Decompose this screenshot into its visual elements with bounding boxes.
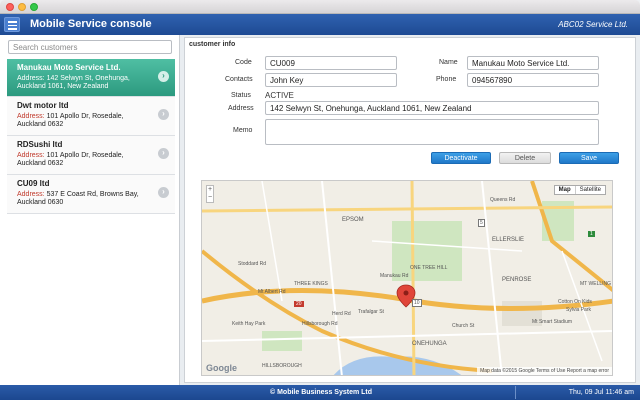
customer-address: Address: 537 E Coast Rd, Browns Bay, Auc…: [17, 191, 149, 207]
section-title: customer info: [189, 41, 236, 48]
hamburger-menu-icon[interactable]: [4, 17, 20, 32]
customer-info-panel: customer info Code CU009 Name Manukau Mo…: [184, 37, 636, 383]
map-label: PENROSE: [502, 277, 532, 283]
map-label: ONE TREE HILL: [410, 265, 448, 271]
map-type-map-button[interactable]: Map: [555, 186, 576, 194]
location-map[interactable]: EPSOM ELLERSLIE ONEHUNGA PENROSE ONE TRE…: [201, 180, 613, 376]
map-label: Cotton On Kids: [558, 299, 592, 305]
customer-list-item[interactable]: RDSushi ltd Address: 101 Apollo Dr, Rose…: [7, 136, 175, 175]
chevron-right-icon[interactable]: ›: [158, 148, 169, 159]
route-shield: 10: [412, 299, 422, 307]
deactivate-button[interactable]: Deactivate: [431, 152, 491, 164]
map-label: Stoddard Rd: [238, 261, 267, 267]
customer-address: Address: 101 Apollo Dr, Rosedale, Auckla…: [17, 152, 149, 168]
route-shield: 20: [294, 301, 304, 307]
app-window: Mobile Service console ABC02 Service Ltd…: [0, 0, 640, 400]
map-type-toggle: Map Satellite: [553, 185, 606, 195]
app-title: Mobile Service console: [30, 18, 152, 30]
chevron-right-icon[interactable]: ›: [158, 71, 169, 82]
customer-name: Manukau Moto Service Ltd.: [17, 63, 121, 72]
map-attribution[interactable]: Map data ©2015 Google Terms of Use Repor…: [477, 367, 612, 375]
map-label: Keith Hay Park: [232, 321, 266, 327]
map-label: Manukau Rd: [380, 273, 409, 279]
customer-list-item[interactable]: Manukau Moto Service Ltd. Address: 142 S…: [7, 59, 175, 97]
chevron-right-icon[interactable]: ›: [158, 187, 169, 198]
address-field[interactable]: 142 Selwyn St, Onehunga, Auckland 1061, …: [265, 101, 599, 115]
map-label: Church St: [452, 323, 475, 329]
map-park: [262, 331, 302, 351]
app-header: Mobile Service console ABC02 Service Ltd…: [0, 14, 640, 35]
name-field[interactable]: Manukau Moto Service Ltd.: [467, 56, 599, 70]
company-name: ABC02 Service Ltd.: [558, 20, 628, 29]
map-zoom-control: + −: [206, 185, 214, 203]
code-field[interactable]: CU009: [265, 56, 397, 70]
memo-field[interactable]: [265, 119, 599, 145]
status-divider: [515, 386, 516, 399]
copyright-text: © Mobile Business System Ltd: [270, 389, 373, 396]
customer-name: Dwt motor ltd: [17, 101, 69, 110]
search-customers-input[interactable]: [8, 40, 172, 54]
window-close-button[interactable]: [6, 3, 14, 11]
memo-label: Memo: [233, 127, 253, 134]
contacts-label: Contacts: [225, 76, 253, 83]
map-label: THREE KINGS: [294, 281, 328, 287]
window-titlebar: [0, 0, 640, 14]
map-label: EPSOM: [342, 217, 364, 223]
map-label: Herd Rd: [332, 311, 351, 317]
route-shield: 1: [588, 231, 595, 237]
map-label: ELLERSLIE: [492, 237, 525, 243]
customer-name: CU09 ltd: [17, 179, 50, 188]
save-button[interactable]: Save: [559, 152, 619, 164]
map-label: ONEHUNGA: [412, 341, 447, 347]
map-label: Sylvia Park: [566, 307, 592, 313]
google-logo: Google: [206, 363, 237, 373]
chevron-right-icon[interactable]: ›: [158, 109, 169, 120]
route-shield: 5: [478, 219, 485, 227]
code-label: Code: [235, 59, 252, 66]
customer-list: Manukau Moto Service Ltd. Address: 142 S…: [7, 59, 175, 214]
address-label: Address:: [17, 75, 45, 82]
window-maximize-button[interactable]: [30, 3, 38, 11]
map-label: Mt Smart Stadium: [532, 319, 573, 325]
address-label: Address:: [17, 191, 45, 198]
customer-address: Address: 142 Selwyn St, Onehunga, Auckla…: [17, 75, 149, 91]
status-label: Status: [231, 92, 251, 99]
map-label: MT WELLING: [580, 281, 612, 287]
address-label: Address: [228, 105, 254, 112]
map-label: Queens Rd: [490, 197, 516, 203]
map-label: Hillsborough Rd: [302, 321, 338, 327]
customer-name: RDSushi ltd: [17, 140, 63, 149]
address-label: Address:: [17, 152, 45, 159]
zoom-out-button[interactable]: −: [207, 194, 213, 202]
customer-list-item[interactable]: CU09 ltd Address: 537 E Coast Rd, Browns…: [7, 175, 175, 214]
zoom-in-button[interactable]: +: [207, 186, 213, 194]
phone-label: Phone: [436, 76, 457, 83]
map-park: [392, 221, 462, 281]
address-label: Address:: [17, 113, 45, 120]
map-label: Mt Albert Rd: [258, 289, 286, 295]
delete-button[interactable]: Delete: [499, 152, 551, 164]
phone-field[interactable]: 094567890: [467, 73, 599, 87]
customer-address: Address: 101 Apollo Dr, Rosedale, Auckla…: [17, 113, 149, 129]
window-minimize-button[interactable]: [18, 3, 26, 11]
status-bar: © Mobile Business System Ltd Thu, 09 Jul…: [0, 385, 640, 400]
map-label: HILLSBOROUGH: [262, 363, 302, 369]
contacts-field[interactable]: John Key: [265, 73, 397, 87]
map-label: Trafalgar St: [358, 309, 384, 315]
status-value: ACTIVE: [265, 91, 294, 100]
customer-list-item[interactable]: Dwt motor ltd Address: 101 Apollo Dr, Ro…: [7, 97, 175, 136]
name-label: Name: [439, 59, 458, 66]
customer-sidebar: Manukau Moto Service Ltd. Address: 142 S…: [0, 35, 180, 385]
map-type-satellite-button[interactable]: Satellite: [576, 186, 605, 194]
status-datetime: Thu, 09 Jul 11:46 am: [568, 389, 634, 396]
